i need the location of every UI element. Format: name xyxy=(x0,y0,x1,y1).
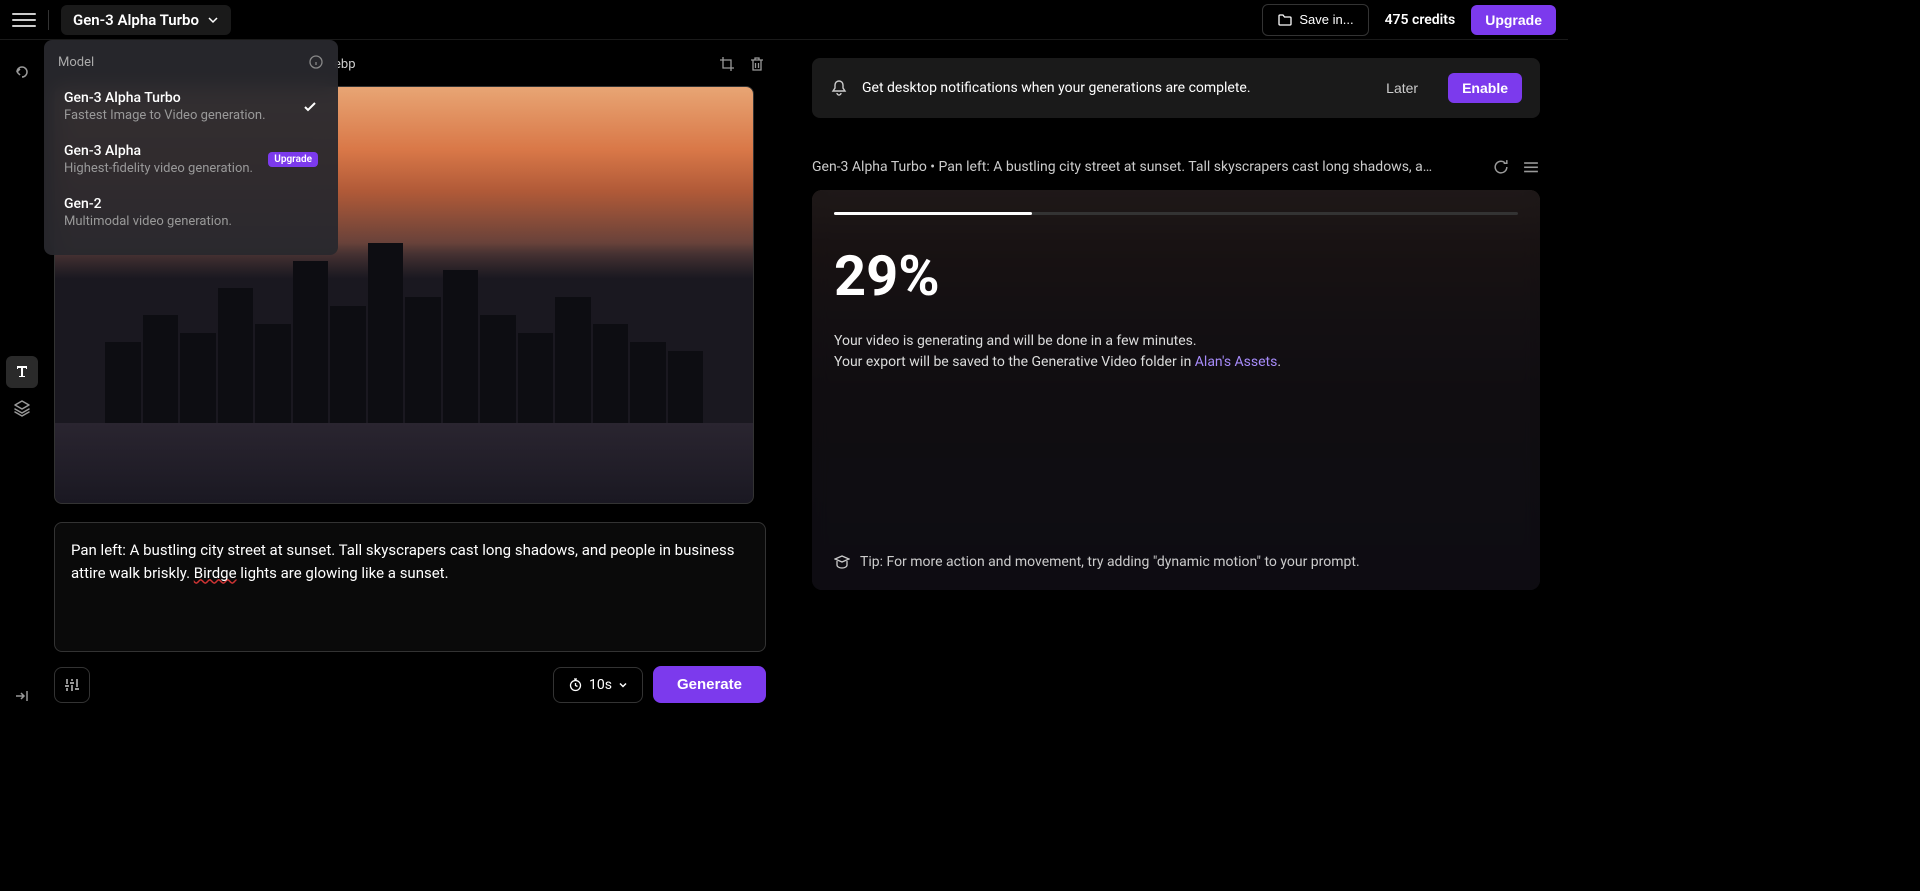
layers-tab[interactable] xyxy=(6,392,38,424)
prompt-input[interactable]: Pan left: A bustling city street at suns… xyxy=(54,522,766,652)
undo-icon xyxy=(13,63,31,81)
undo-button[interactable] xyxy=(6,56,38,88)
layers-icon xyxy=(13,399,31,417)
save-in-label: Save in... xyxy=(1299,12,1353,27)
progress-card: 29% Your video is generating and will be… xyxy=(812,190,1540,590)
progress-line1: Your video is generating and will be don… xyxy=(834,331,1518,352)
check-icon xyxy=(302,99,318,115)
model-option-desc: Fastest Image to Video generation. xyxy=(64,108,302,123)
model-name: Gen-3 Alpha Turbo xyxy=(73,11,199,29)
model-option-title: Gen-2 xyxy=(64,196,318,212)
folder-icon xyxy=(1277,12,1293,28)
model-option-title: Gen-3 Alpha xyxy=(64,143,268,159)
notification-banner: Get desktop notifications when your gene… xyxy=(812,58,1540,118)
progress-line2-post: . xyxy=(1277,354,1281,370)
text-icon xyxy=(13,363,31,381)
trash-icon[interactable] xyxy=(748,55,766,73)
divider xyxy=(48,10,49,30)
enable-button[interactable]: Enable xyxy=(1448,73,1522,103)
dropdown-header-label: Model xyxy=(58,55,94,70)
chevron-down-icon xyxy=(207,14,219,26)
model-option-gen3-turbo[interactable]: Gen-3 Alpha Turbo Fastest Image to Video… xyxy=(58,82,324,131)
graduation-cap-icon xyxy=(834,554,850,570)
chevron-down-icon xyxy=(618,680,628,690)
duration-selector[interactable]: 10s xyxy=(553,667,643,703)
save-in-button[interactable]: Save in... xyxy=(1262,4,1368,36)
model-option-gen2[interactable]: Gen-2 Multimodal video generation. xyxy=(58,188,324,237)
notification-text: Get desktop notifications when your gene… xyxy=(862,80,1356,96)
duration-label: 10s xyxy=(589,677,612,693)
prompt-text: Pan left: A bustling city street at suns… xyxy=(71,539,749,584)
settings-button[interactable] xyxy=(54,667,90,703)
info-icon[interactable] xyxy=(308,54,324,70)
sliders-icon xyxy=(63,676,81,694)
bell-icon xyxy=(830,79,848,97)
refresh-icon[interactable] xyxy=(1492,158,1510,176)
upgrade-badge: Upgrade xyxy=(268,152,318,167)
progress-line2-pre: Your export will be saved to the Generat… xyxy=(834,354,1195,370)
text-prompt-tab[interactable] xyxy=(6,356,38,388)
generation-title: Gen-3 Alpha Turbo • Pan left: A bustling… xyxy=(812,159,1480,175)
menu-button[interactable] xyxy=(12,8,36,32)
generate-button[interactable]: Generate xyxy=(653,666,766,703)
model-dropdown: Model Gen-3 Alpha Turbo Fastest Image to… xyxy=(44,40,338,255)
tip-text: Tip: For more action and movement, try a… xyxy=(860,554,1360,570)
later-button[interactable]: Later xyxy=(1370,72,1434,104)
more-icon[interactable] xyxy=(1522,158,1540,176)
progress-bar-fill xyxy=(834,212,1032,215)
assets-link[interactable]: Alan's Assets xyxy=(1195,354,1278,370)
credits-display: 475 credits xyxy=(1377,12,1464,28)
crop-icon[interactable] xyxy=(718,55,736,73)
progress-bar xyxy=(834,212,1518,215)
tip-row: Tip: For more action and movement, try a… xyxy=(834,554,1360,570)
model-option-desc: Highest-fidelity video generation. xyxy=(64,161,268,176)
left-rail xyxy=(0,40,44,728)
model-selector[interactable]: Gen-3 Alpha Turbo xyxy=(61,5,231,35)
model-option-gen3-alpha[interactable]: Gen-3 Alpha Highest-fidelity video gener… xyxy=(58,135,324,184)
model-option-desc: Multimodal video generation. xyxy=(64,214,318,229)
collapse-right-icon xyxy=(13,687,31,705)
progress-message: Your video is generating and will be don… xyxy=(834,331,1518,373)
progress-percent: 29% xyxy=(834,243,1518,309)
collapse-button[interactable] xyxy=(6,680,38,712)
model-option-title: Gen-3 Alpha Turbo xyxy=(64,90,302,106)
stopwatch-icon xyxy=(568,677,583,692)
upgrade-button[interactable]: Upgrade xyxy=(1471,5,1556,35)
